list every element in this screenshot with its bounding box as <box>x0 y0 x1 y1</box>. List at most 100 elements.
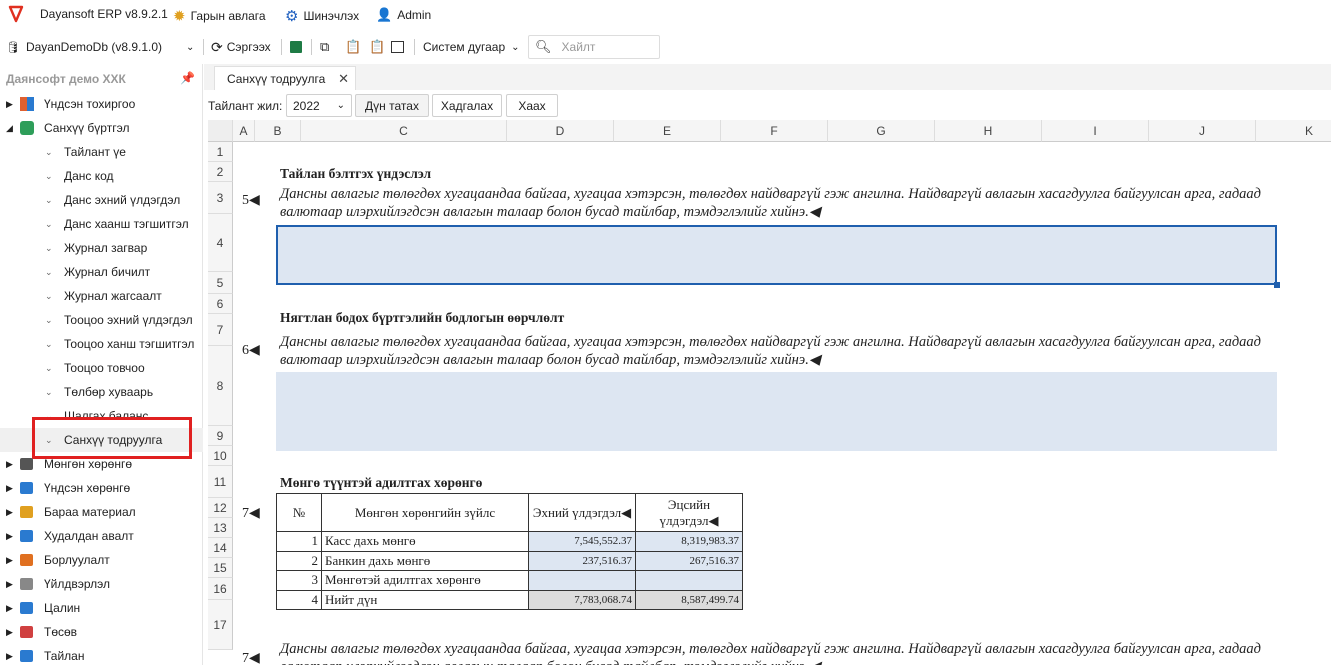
cell-end[interactable] <box>635 570 743 591</box>
grid-icon <box>20 97 34 111</box>
menu-guide-label: Гарын авлага <box>190 9 266 23</box>
sidebar-item[interactable]: ▶ Үйлдвэрлэл <box>0 572 203 596</box>
save-button[interactable]: Хадгалах <box>432 94 502 117</box>
sidebar-subitem[interactable]: ⌄ Журнал жагсаалт <box>0 284 203 308</box>
form-button[interactable] <box>391 33 404 61</box>
main-area: Санхүү тодруулга ✕ Тайлант жил: 2022 ⌄ Д… <box>204 64 1331 665</box>
user-menu[interactable]: 👤 Admin <box>376 7 431 23</box>
row-header[interactable]: 5 <box>208 272 233 294</box>
row-header[interactable]: 17 <box>208 600 233 650</box>
cell-begin[interactable] <box>528 570 636 591</box>
row-header[interactable]: 13 <box>208 518 233 538</box>
column-header[interactable]: D <box>507 120 614 142</box>
row-header[interactable]: 6 <box>208 294 233 314</box>
search-input[interactable]: 🔍︎ Хайлт <box>528 35 660 59</box>
row-header[interactable]: 8 <box>208 346 233 426</box>
cell-end[interactable]: 267,516.37 <box>635 550 743 571</box>
table-row: 3 Мөнгөтэй адилтгах хөрөнгө <box>276 570 743 591</box>
sidebar-item[interactable]: ▶ Цалин <box>0 596 203 620</box>
copy-button[interactable]: ⧉ <box>320 33 329 61</box>
truck-icon <box>20 530 33 542</box>
sidebar-item[interactable]: ▶ Үндсэн хөрөнгө <box>0 476 203 500</box>
row-header[interactable]: 7 <box>208 314 233 346</box>
column-header[interactable]: E <box>614 120 721 142</box>
sidebar-item[interactable]: ▶ Бараа материал <box>0 500 203 524</box>
row-header[interactable]: 10 <box>208 446 233 466</box>
sidebar-item-finance[interactable]: ◢ Санхүү бүртгэл <box>0 116 203 140</box>
cell-begin[interactable]: 237,516.37 <box>528 550 636 571</box>
menu-guide[interactable]: ✹ Гарын авлага <box>173 7 266 25</box>
column-header[interactable]: H <box>935 120 1042 142</box>
cell-no: 1 <box>276 531 322 552</box>
cell-begin[interactable]: 7,545,552.37 <box>528 531 636 552</box>
tab-bar: Санхүү тодруулга ✕ <box>204 64 1331 90</box>
paste-button[interactable]: 📋 <box>345 33 361 61</box>
sidebar-subitem[interactable]: ⌄ Журнал загвар <box>0 236 203 260</box>
cell-begin[interactable]: 7,783,068.74 <box>528 589 636 610</box>
sidebar-subitem[interactable]: ⌄ Данс эхний үлдэгдэл <box>0 188 203 212</box>
cell-end[interactable]: 8,319,983.37 <box>635 531 743 552</box>
sidebar-item[interactable]: ▶ Борлуулалт <box>0 548 203 572</box>
row-header[interactable]: 1 <box>208 142 233 162</box>
column-header[interactable]: G <box>828 120 935 142</box>
sidebar-item[interactable]: ▶ Төсөв <box>0 620 203 644</box>
corner-cell[interactable] <box>208 120 233 142</box>
fill-handle[interactable] <box>1274 282 1280 288</box>
column-header[interactable]: K <box>1256 120 1331 142</box>
sidebar-subitem[interactable]: ⌄ Тайлант үе <box>0 140 203 164</box>
tab-finance-notes[interactable]: Санхүү тодруулга ✕ <box>214 66 356 90</box>
row-header[interactable]: 11 <box>208 466 233 498</box>
input-cell-selected[interactable] <box>276 225 1277 285</box>
chevron-down-icon: ⌄ <box>186 41 195 53</box>
column-header[interactable]: C <box>301 120 507 142</box>
expand-icon: ▶ <box>6 578 13 589</box>
paste-special-button[interactable]: 📋 <box>369 33 385 61</box>
excel-button[interactable] <box>290 33 302 61</box>
sidebar-subitem[interactable]: ⌄ Тооцоо ханш тэгшитгэл <box>0 332 203 356</box>
sidebar-item[interactable]: ▶ Тайлан <box>0 644 203 668</box>
sidebar-subitem[interactable]: ⌄ Журнал бичилт <box>0 260 203 284</box>
spreadsheet[interactable]: ABCDEFGHIJK 1 2 3 4 5 6 7 8 9 10 11 12 13 14 15 16 17 5◀… <box>208 120 1331 665</box>
column-header[interactable]: I <box>1042 120 1149 142</box>
sidebar-subitem[interactable]: ⌄ Данс хаанш тэгшитгэл <box>0 212 203 236</box>
row-header[interactable]: 3 <box>208 182 233 214</box>
sidebar-item-label: Мөнгөн хөрөнгө <box>44 457 133 471</box>
sidebar-item-settings[interactable]: ▶ Үндсэн тохиргоо <box>0 92 203 116</box>
database-select[interactable]: 🛢 DayanDemoDb (v8.9.1.0) ⌄ <box>6 33 196 61</box>
sidebar-subitem[interactable]: ⌄ Тооцоо товчоо <box>0 356 203 380</box>
row-header[interactable]: 15 <box>208 558 233 578</box>
pin-icon[interactable]: 📌 <box>180 71 195 85</box>
system-number-dropdown[interactable]: Систем дугаар ⌄ <box>423 33 520 61</box>
app-title: Dayansoft ERP v8.9.2.1 <box>40 7 168 21</box>
cell-end[interactable]: 8,587,499.74 <box>635 589 743 610</box>
close-icon[interactable]: ✕ <box>338 71 349 87</box>
sidebar-item[interactable]: ▶ Мөнгөн хөрөнгө <box>0 452 203 476</box>
sidebar-subitem[interactable]: ⌄ Төлбөр хуваарь <box>0 380 203 404</box>
column-header[interactable]: J <box>1149 120 1256 142</box>
column-header[interactable]: A <box>233 120 255 142</box>
close-button[interactable]: Хаах <box>506 94 558 117</box>
column-header[interactable]: F <box>721 120 828 142</box>
sidebar-item-label: Тооцоо эхний үлдэгдэл <box>64 313 193 327</box>
expand-icon: ▶ <box>6 530 13 541</box>
row-header[interactable]: 9 <box>208 426 233 446</box>
refresh-button[interactable]: ⟳ Сэргээх <box>211 33 271 61</box>
row-header[interactable]: 16 <box>208 578 233 600</box>
sidebar-subitem[interactable]: ⌄ Данс код <box>0 164 203 188</box>
cell-no: 4 <box>276 589 322 610</box>
row-header[interactable]: 12 <box>208 498 233 518</box>
sidebar-subitem[interactable]: ⌄ Тооцоо эхний үлдэгдэл <box>0 308 203 332</box>
row-header[interactable]: 14 <box>208 538 233 558</box>
year-select[interactable]: 2022 ⌄ <box>286 94 352 117</box>
refresh-icon: ⟳ <box>211 38 223 55</box>
sidebar-item[interactable]: ▶ Худалдан авалт <box>0 524 203 548</box>
column-header[interactable]: B <box>255 120 301 142</box>
row-header[interactable]: 2 <box>208 162 233 182</box>
menu-update[interactable]: ⚙ Шинэчлэх <box>285 7 359 25</box>
row-header[interactable]: 4 <box>208 214 233 272</box>
sidebar-item-label: Худалдан авалт <box>44 529 134 543</box>
sidebar-item-label: Бараа материал <box>44 505 136 519</box>
input-cell[interactable] <box>276 372 1277 451</box>
load-button[interactable]: Дүн татах <box>355 94 429 117</box>
title-bar: Dayansoft ERP v8.9.2.1 ✹ Гарын авлага ⚙ … <box>0 0 1331 28</box>
